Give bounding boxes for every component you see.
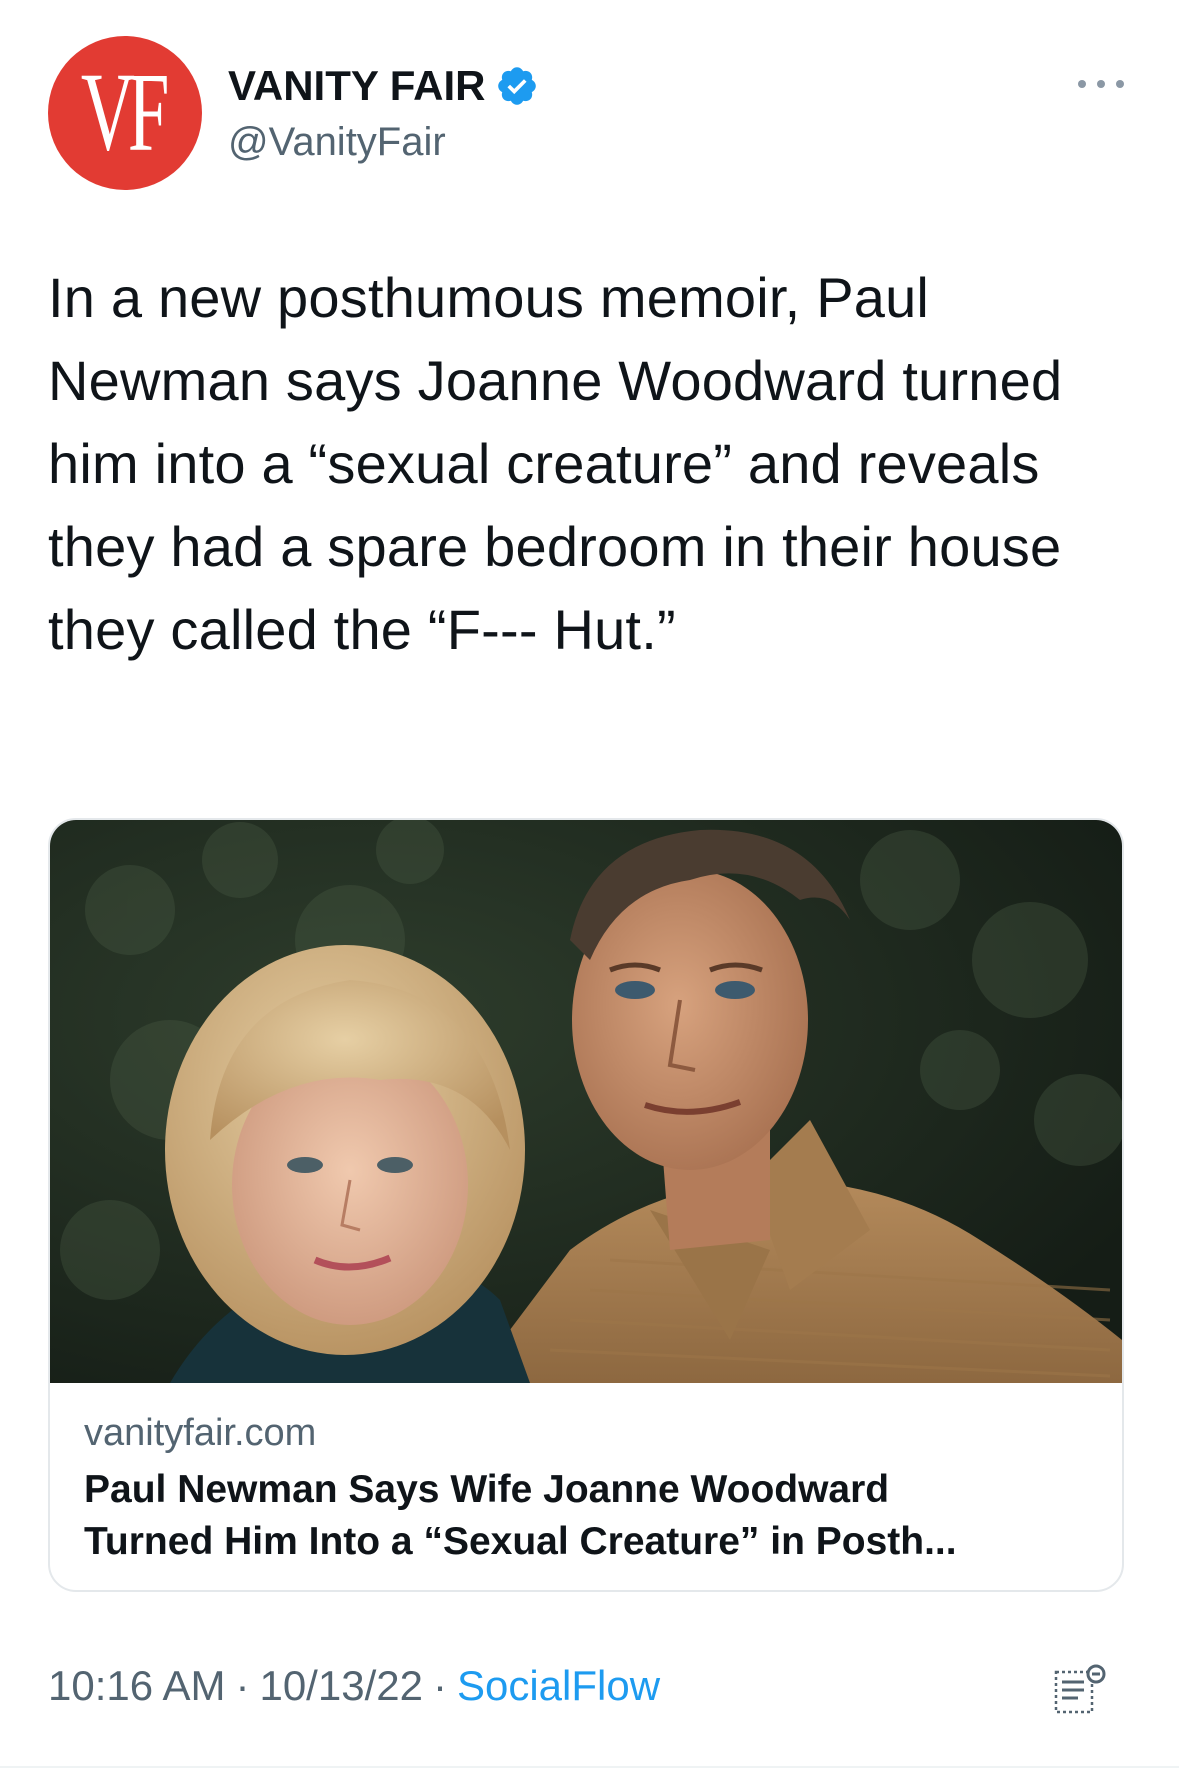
- tweet: VF VANITY FAIR @VanityFair In a new post…: [0, 0, 1179, 1774]
- display-name[interactable]: VANITY FAIR: [228, 62, 485, 110]
- meta-separator: ·: [432, 1662, 447, 1709]
- handle[interactable]: @VanityFair: [228, 120, 446, 165]
- verified-badge-icon: [498, 67, 537, 105]
- more-dot: [1116, 80, 1124, 88]
- more-dot: [1078, 80, 1086, 88]
- article-photo[interactable]: [50, 820, 1122, 1383]
- display-name-row[interactable]: VANITY FAIR: [228, 62, 539, 110]
- more-dot: [1097, 80, 1105, 88]
- more-icon[interactable]: [1078, 72, 1124, 96]
- card-domain: vanityfair.com: [84, 1412, 317, 1454]
- card-title: Paul Newman Says Wife Joanne Woodward Tu…: [84, 1468, 957, 1563]
- tweet-time[interactable]: 10:16 AM: [48, 1662, 225, 1710]
- tweet-metadata: 10:16 AM · 10/13/22 · SocialFlow: [48, 1662, 660, 1710]
- tweet-text: In a new posthumous memoir, Paul Newman …: [48, 266, 1063, 661]
- avatar[interactable]: VF: [48, 36, 202, 190]
- bottom-divider: [0, 1766, 1179, 1768]
- analytics-icon[interactable]: [1050, 1660, 1110, 1720]
- link-card[interactable]: vanityfair.com Paul Newman Says Wife Joa…: [48, 818, 1124, 1592]
- meta-separator: ·: [235, 1662, 250, 1709]
- tweet-source[interactable]: SocialFlow: [457, 1662, 660, 1710]
- avatar-logo-text: VF: [80, 50, 169, 175]
- tweet-date[interactable]: 10/13/22: [259, 1662, 423, 1710]
